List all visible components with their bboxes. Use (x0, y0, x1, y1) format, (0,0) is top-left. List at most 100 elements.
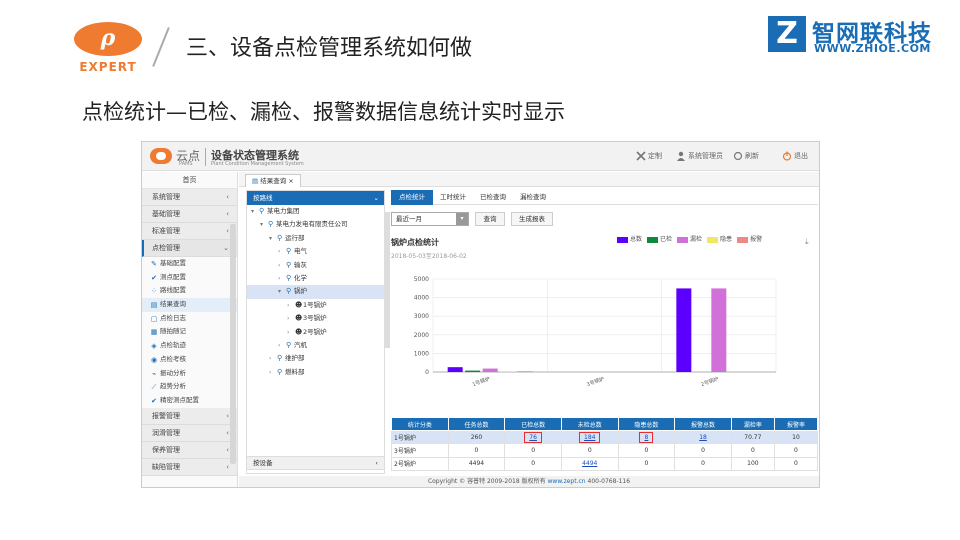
bar[interactable] (447, 367, 463, 372)
sidebar-group-label: 报警管理 (152, 411, 180, 420)
legend-item[interactable]: 已检 (647, 236, 672, 243)
chevron-right-icon[interactable]: › (278, 245, 286, 258)
tab-missed-query[interactable]: 漏检查询 (513, 190, 553, 205)
chevron-right-icon[interactable]: › (269, 366, 277, 379)
table-row[interactable]: 3号锅炉 0 0 0 0 0 0 0 (391, 443, 819, 458)
sidebar-group[interactable]: 标准管理 ‹ (142, 223, 237, 240)
table-row[interactable]: 2号锅炉 4494 0 4494 0 0 100 0 (391, 456, 819, 472)
generate-report-button[interactable]: 生成报表 (511, 212, 553, 226)
tree-node[interactable]: › ☻2号锅炉 (247, 326, 384, 339)
customize-link[interactable]: 定制 (636, 151, 662, 161)
sidebar-item[interactable]: ✎ 基础配置 (142, 257, 237, 271)
y-tick-label: 4000 (414, 295, 429, 302)
download-icon[interactable]: ⤓ (805, 237, 809, 247)
footer-phone: 400-0768-116 (587, 478, 631, 485)
tree-node[interactable]: ▾ ⚲ 某电力发电有限责任公司 (247, 218, 384, 231)
tree-scrollbar[interactable] (385, 212, 390, 348)
bar[interactable] (517, 371, 533, 372)
sidebar-scrollbar[interactable] (230, 224, 236, 464)
legend-item[interactable]: 总数 (617, 236, 642, 243)
sidebar-group[interactable]: 保养管理 ‹ (142, 441, 237, 459)
sidebar-group[interactable]: 缺陷管理 ‹ (142, 458, 237, 476)
chevron-down-icon[interactable]: ▾ (278, 285, 286, 298)
bar[interactable] (482, 368, 498, 372)
table-cell[interactable]: 4494 (560, 456, 619, 472)
chevron-right-icon[interactable]: › (287, 299, 295, 312)
tree-node[interactable]: › ☻1号锅炉 (247, 299, 384, 312)
close-icon[interactable]: × (288, 177, 293, 185)
tree-node[interactable]: › ⚲ 电气 (247, 245, 384, 258)
sidebar-item[interactable]: ✔ 测点配置 (142, 271, 237, 285)
tab-inspection-stats[interactable]: 点检统计 (391, 190, 433, 205)
sidebar-group[interactable]: 基础管理 ‹ (142, 206, 237, 223)
cell-link[interactable]: 18 (699, 434, 707, 441)
sidebar-item[interactable]: ▦ 随拍随记 (142, 325, 237, 339)
cell-link[interactable]: 184 (578, 431, 601, 443)
tree-node[interactable]: › ⚲ 化学 (247, 272, 384, 285)
y-tick-label: 5000 (414, 276, 429, 283)
admin-label: 系统管理员 (688, 152, 723, 160)
refresh-link[interactable]: 刷新 (733, 151, 759, 161)
table-cell[interactable]: 184 (560, 429, 619, 445)
sidebar-item[interactable]: ▤ 结果查询 (142, 298, 237, 312)
cell-link[interactable]: 76 (524, 431, 542, 443)
tree-header[interactable]: 按路线 ⌄ (247, 191, 384, 205)
table-cell[interactable]: 8 (617, 429, 676, 445)
chevron-right-icon[interactable]: › (278, 339, 286, 352)
sidebar-item[interactable]: ▢ 点检日志 (142, 312, 237, 326)
sidebar-group[interactable]: 润滑管理 ‹ (142, 424, 237, 442)
chevron-down-icon[interactable]: ▾ (269, 232, 277, 245)
tab-checked-query[interactable]: 已检查询 (473, 190, 513, 205)
sidebar-group-inspection[interactable]: 点检管理 ⌄ (142, 240, 237, 257)
sidebar-item[interactable]: ⁘ 路线配置 (142, 284, 237, 298)
range-select[interactable]: 最近一月 ▾ (391, 212, 469, 226)
tree-node[interactable]: › ⚲ 输灰 (247, 259, 384, 272)
legend-item[interactable]: 漏检 (677, 236, 702, 243)
bar[interactable] (500, 371, 516, 372)
table-row[interactable]: 1号锅炉 260 76 184 8 18 70.77 10 (391, 429, 819, 445)
chevron-right-icon[interactable]: › (278, 259, 286, 272)
legend-item[interactable]: 隐患 (707, 236, 732, 243)
bar[interactable] (676, 288, 692, 372)
cell-link[interactable]: 8 (639, 431, 654, 443)
tree-node[interactable]: ▾ ⚲ 锅炉 (247, 285, 384, 299)
sidebar-group[interactable]: 报警管理 ‹ (142, 407, 237, 425)
sidebar-item[interactable]: ◉ 点检考核 (142, 353, 237, 367)
tree-node[interactable]: › ⚲ 维护部 (247, 352, 384, 365)
sidebar-item[interactable]: ✔ 精密测点配置 (142, 394, 237, 408)
chevron-right-icon[interactable]: › (287, 312, 295, 325)
tab-result-query[interactable]: ▤ 结果查询 × (245, 174, 301, 187)
stats-table: 统计分类 任务总数 已检总数 未检总数 隐患总数 报警总数 漏检率 报警率 1号锅炉 260 76… (391, 417, 819, 472)
sidebar-item[interactable]: ⌁ 振动分析 (142, 367, 237, 381)
table-cell[interactable]: 18 (674, 429, 732, 445)
sidebar-item[interactable]: ◈ 点检轨迹 (142, 339, 237, 353)
tree-node[interactable]: › ⚲ 燃料部 (247, 366, 384, 379)
tree-node[interactable]: › ⚲ 汽机 (247, 339, 384, 352)
sidebar-group[interactable]: 系统管理 ‹ (142, 189, 237, 206)
sidebar-item[interactable]: ⟋ 趋势分析 (142, 380, 237, 394)
menu-item-icon: ◈ (151, 342, 157, 351)
tree-node[interactable]: ▾ ⚲ 某电力集团 (247, 205, 384, 218)
admin-link[interactable]: 系统管理员 (676, 151, 723, 161)
tab-hours-stats[interactable]: 工时统计 (433, 190, 473, 205)
chevron-right-icon[interactable]: › (287, 326, 295, 339)
chevron-down-icon[interactable]: ▾ (251, 205, 259, 218)
cell-link[interactable]: 4494 (582, 460, 597, 467)
bar[interactable] (711, 288, 727, 372)
bar[interactable] (465, 370, 481, 372)
chevron-down-icon[interactable]: ▾ (260, 218, 268, 231)
tree-footer[interactable]: 按设备 ‹ (246, 456, 385, 470)
footer-site-link[interactable]: www.zept.cn (548, 478, 586, 485)
query-button[interactable]: 查询 (475, 212, 505, 226)
legend-item[interactable]: 报警 (737, 236, 762, 243)
tree-node-label: 运行部 (285, 233, 305, 242)
tree-node[interactable]: ▾ ⚲ 运行部 (247, 232, 384, 245)
tree-node-label: 输灰 (294, 260, 307, 269)
table-cell[interactable]: 76 (504, 429, 562, 445)
logout-link[interactable]: 退出 (782, 151, 808, 161)
chevron-right-icon[interactable]: › (278, 272, 286, 285)
sidebar-item-label: 点检轨迹 (160, 341, 186, 350)
chevron-right-icon[interactable]: › (269, 352, 277, 365)
tree-node[interactable]: › ☻3号锅炉 (247, 312, 384, 325)
sidebar-home[interactable]: 首页 (142, 172, 237, 189)
